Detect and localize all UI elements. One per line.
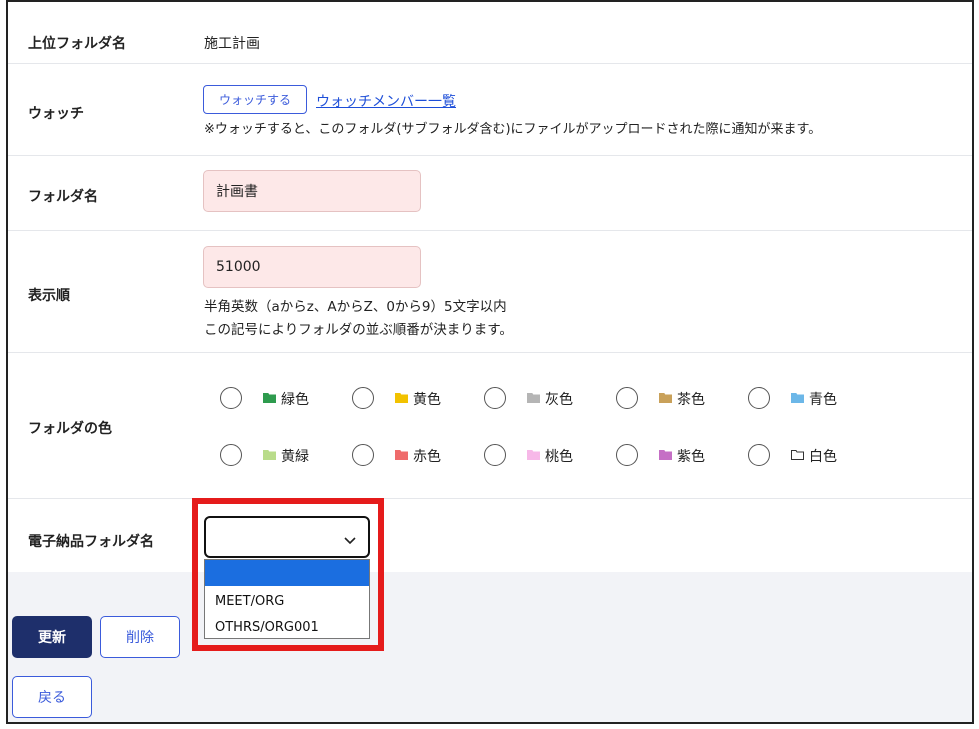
- folder-icon: [395, 392, 408, 403]
- folder-color-radio-6[interactable]: [352, 444, 374, 466]
- folder-icon: [659, 392, 672, 403]
- update-button[interactable]: 更新: [12, 616, 92, 658]
- folder-icon: [791, 392, 804, 403]
- folder-color-row: フォルダの色 緑色 黄色 灰色 茶色 青色黄緑 赤色 桃色 紫色 白色: [8, 353, 972, 499]
- delete-button[interactable]: 削除: [100, 616, 180, 658]
- folder-color-label-0: 緑色: [281, 392, 309, 408]
- folder-edit-form: 上位フォルダ名 施工計画 ウォッチ ウォッチする ウォッチメンバー一覧 ※ウォッ…: [8, 2, 972, 572]
- folder-color-radio-2[interactable]: [484, 387, 506, 409]
- folder-color-radio-0[interactable]: [220, 387, 242, 409]
- parent-folder-value: 施工計画: [204, 36, 260, 52]
- folder-icon: [395, 449, 408, 460]
- edelivery-folder-label: 電子納品フォルダ名: [28, 534, 154, 550]
- folder-color-radio-7[interactable]: [484, 444, 506, 466]
- folder-icon: [263, 449, 276, 460]
- folder-color-label: フォルダの色: [28, 421, 112, 437]
- parent-folder-row: 上位フォルダ名 施工計画: [8, 2, 972, 64]
- chevron-down-icon: [344, 531, 356, 550]
- display-order-note-format: 半角英数（aからz、AからZ、0から9）5文字以内: [204, 299, 507, 315]
- folder-color-radio-9[interactable]: [748, 444, 770, 466]
- folder-color-radio-8[interactable]: [616, 444, 638, 466]
- folder-color-label-4: 青色: [809, 392, 837, 408]
- edelivery-folder-select[interactable]: [204, 516, 370, 558]
- watch-label: ウォッチ: [28, 106, 84, 122]
- folder-icon: [791, 449, 804, 460]
- folder-color-radio-4[interactable]: [748, 387, 770, 409]
- display-order-note-purpose: この記号によりフォルダの並ぶ順番が決まります。: [204, 322, 513, 338]
- watch-button[interactable]: ウォッチする: [203, 85, 307, 114]
- display-order-label: 表示順: [28, 288, 70, 304]
- folder-edit-panel: 上位フォルダ名 施工計画 ウォッチ ウォッチする ウォッチメンバー一覧 ※ウォッ…: [6, 0, 974, 724]
- folder-color-label-1: 黄色: [413, 392, 441, 408]
- folder-color-label-8: 紫色: [677, 449, 705, 465]
- folder-name-row: フォルダ名 計画書: [8, 156, 972, 231]
- folder-color-radio-1[interactable]: [352, 387, 374, 409]
- folder-icon: [527, 392, 540, 403]
- folder-icon: [659, 449, 672, 460]
- dropdown-option-othrs-org001[interactable]: OTHRS/ORG001: [205, 614, 369, 640]
- back-button[interactable]: 戻る: [12, 676, 92, 718]
- dropdown-option-meet-org[interactable]: MEET/ORG: [205, 588, 369, 614]
- folder-color-label-5: 黄緑: [281, 449, 309, 465]
- folder-color-label-9: 白色: [809, 449, 837, 465]
- edelivery-folder-dropdown: MEET/ORG OTHRS/ORG001: [204, 559, 370, 639]
- folder-icon: [527, 449, 540, 460]
- folder-color-label-7: 桃色: [545, 449, 573, 465]
- folder-color-label-2: 灰色: [545, 392, 573, 408]
- folder-name-label: フォルダ名: [28, 189, 98, 205]
- display-order-row: 表示順 51000 半角英数（aからz、AからZ、0から9）5文字以内 この記号…: [8, 231, 972, 353]
- folder-color-label-6: 赤色: [413, 449, 441, 465]
- dropdown-option-empty[interactable]: [205, 560, 369, 586]
- folder-name-input[interactable]: 計画書: [203, 170, 421, 212]
- watch-note: ※ウォッチすると、このフォルダ(サブフォルダ含む)にファイルがアップロードされた…: [204, 122, 822, 137]
- parent-folder-label: 上位フォルダ名: [28, 36, 126, 52]
- folder-color-radio-3[interactable]: [616, 387, 638, 409]
- folder-icon: [263, 392, 276, 403]
- edelivery-folder-row: 電子納品フォルダ名: [8, 499, 972, 572]
- display-order-input[interactable]: 51000: [203, 246, 421, 288]
- folder-color-label-3: 茶色: [677, 392, 705, 408]
- watch-row: ウォッチ ウォッチする ウォッチメンバー一覧 ※ウォッチすると、このフォルダ(サ…: [8, 64, 972, 156]
- folder-color-radio-5[interactable]: [220, 444, 242, 466]
- watch-members-link[interactable]: ウォッチメンバー一覧: [316, 91, 456, 111]
